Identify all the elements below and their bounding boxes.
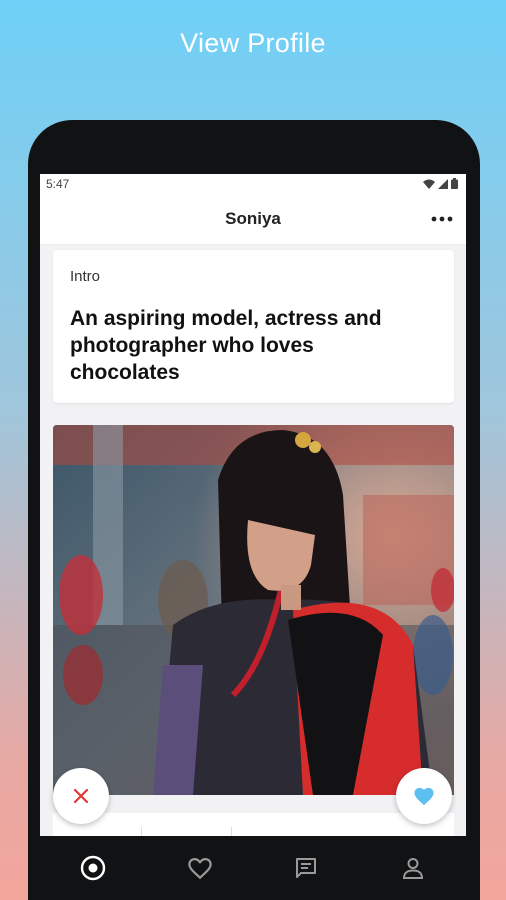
profile-name-title: Soniya (225, 208, 281, 228)
status-bar: 5:47 (40, 174, 466, 193)
more-options-button[interactable] (428, 207, 456, 231)
chat-icon (296, 858, 317, 878)
profile-photo[interactable] (53, 425, 454, 795)
like-button[interactable] (396, 768, 452, 824)
profile-photo-illustration (53, 425, 454, 795)
more-horizontal-icon (431, 216, 453, 222)
nav-likes[interactable] (176, 844, 224, 892)
nav-messages[interactable] (282, 844, 330, 892)
heart-icon (414, 787, 434, 806)
nav-profile[interactable] (389, 844, 437, 892)
status-time: 5:47 (46, 176, 70, 191)
dislike-button[interactable] (53, 768, 109, 824)
app-screen: 5:47 Soniya Intro An aspiring model, act… (40, 174, 466, 900)
bottom-navigation (40, 836, 466, 900)
app-bar: Soniya (40, 193, 466, 245)
close-icon (73, 788, 89, 804)
signal-icon (438, 178, 448, 189)
promo-title: View Profile (180, 28, 326, 58)
wifi-icon (423, 179, 435, 189)
discover-icon (81, 855, 106, 881)
intro-text: An aspiring model, actress and photograp… (70, 307, 382, 384)
battery-icon (451, 178, 458, 189)
intro-label: Intro (70, 268, 101, 285)
status-icons (423, 178, 458, 189)
nav-discover[interactable] (69, 844, 117, 892)
intro-card: Intro An aspiring model, actress and pho… (53, 250, 454, 403)
heart-outline-icon (188, 858, 212, 880)
person-icon (402, 858, 423, 879)
